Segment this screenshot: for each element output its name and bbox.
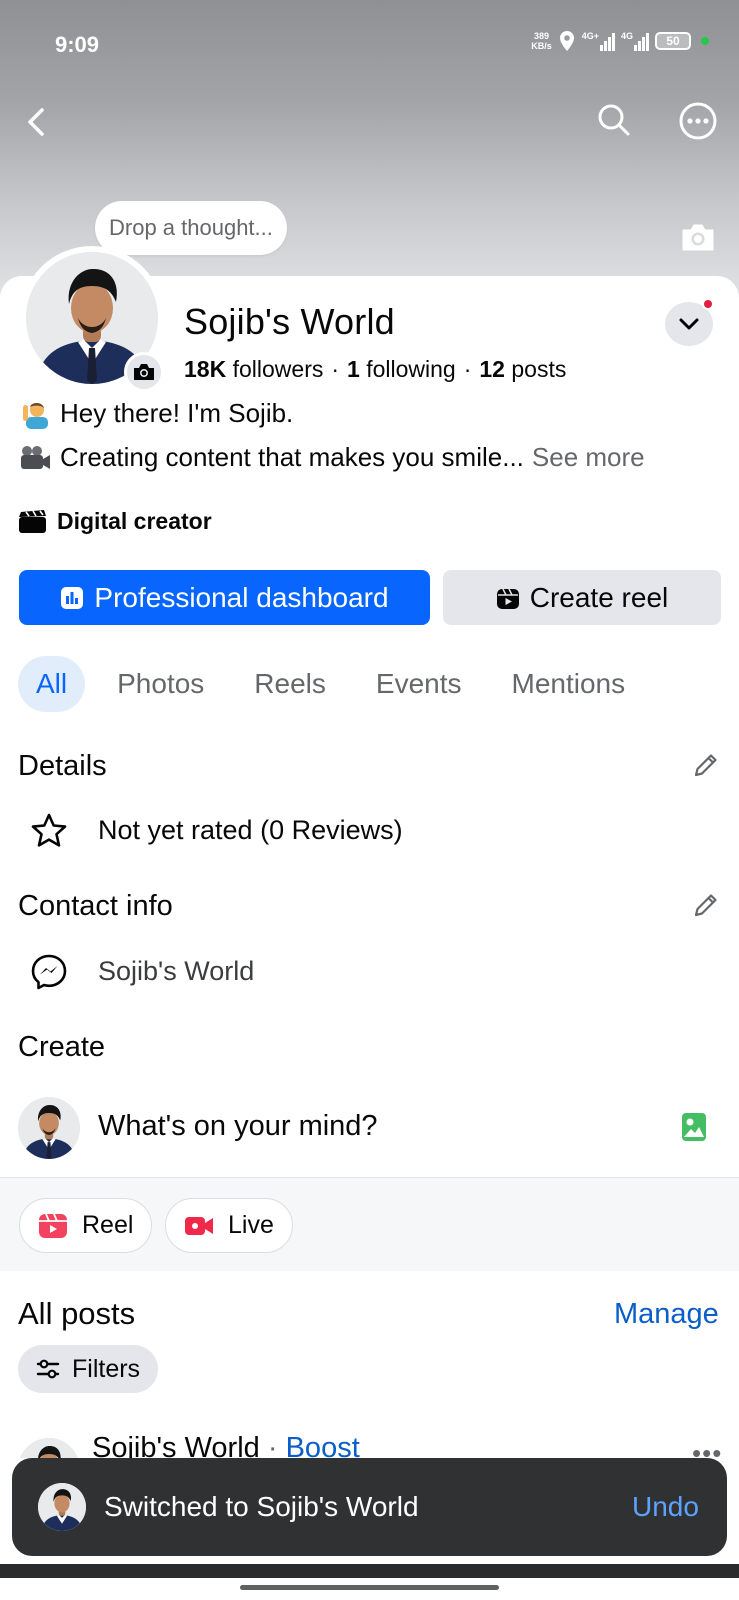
signal-icon-2: 4G xyxy=(621,31,649,51)
raising-hand-emoji-icon xyxy=(18,399,52,429)
create-reel-button[interactable]: Create reel xyxy=(443,570,721,625)
create-title: Create xyxy=(18,1031,106,1063)
reel-chip[interactable]: Reel xyxy=(19,1198,153,1253)
cover-camera-icon[interactable] xyxy=(680,222,716,252)
post-avatar[interactable] xyxy=(18,1438,80,1458)
boost-link[interactable]: Boost xyxy=(286,1432,360,1458)
avatar-camera-icon[interactable] xyxy=(124,352,164,392)
post-header-peek: Sojib's World · Boost ••• xyxy=(0,1430,739,1458)
bottom-strip xyxy=(0,1564,739,1578)
profile-tabs: All Photos Reels Events Mentions xyxy=(18,656,657,712)
profile-sheet xyxy=(0,276,739,1600)
chevron-down-icon xyxy=(679,318,699,330)
tab-mentions[interactable]: Mentions xyxy=(494,656,644,712)
bio-line-2: Creating content that makes you smile...… xyxy=(18,442,645,473)
messenger-contact[interactable]: Sojib's World xyxy=(98,956,254,987)
more-icon[interactable] xyxy=(678,101,718,141)
post-author: Sojib's World · Boost xyxy=(92,1432,360,1458)
reel-icon xyxy=(39,1213,67,1238)
notification-dot xyxy=(702,298,714,310)
edit-contact-icon[interactable] xyxy=(692,891,720,919)
tab-reels[interactable]: Reels xyxy=(236,656,344,712)
star-icon xyxy=(31,813,67,847)
thought-bubble[interactable]: Drop a thought... xyxy=(95,201,287,255)
undo-button[interactable]: Undo xyxy=(632,1491,699,1523)
toast-avatar xyxy=(38,1483,86,1531)
page-title: Sojib's World xyxy=(184,301,395,342)
tab-events[interactable]: Events xyxy=(358,656,480,712)
photo-icon[interactable] xyxy=(681,1112,707,1142)
rating-text: Not yet rated (0 Reviews) xyxy=(98,815,403,845)
all-posts-title: All posts xyxy=(18,1296,136,1331)
status-time: 9:09 xyxy=(55,32,100,57)
following-label[interactable]: following xyxy=(366,356,456,382)
live-chip[interactable]: Live xyxy=(165,1198,293,1253)
edit-details-icon[interactable] xyxy=(692,751,720,779)
reel-icon xyxy=(496,588,519,609)
composer-avatar xyxy=(18,1097,80,1159)
search-icon[interactable] xyxy=(596,102,632,138)
signal-icon: 4G+ xyxy=(582,31,615,51)
location-icon xyxy=(559,31,574,51)
followers-label[interactable]: followers xyxy=(233,356,324,382)
manage-posts-link[interactable]: Manage xyxy=(614,1298,719,1331)
video-camera-emoji-icon xyxy=(18,443,52,473)
filter-icon xyxy=(36,1359,60,1379)
messenger-icon xyxy=(31,954,67,990)
status-bar: 9:09 389 KB/s 4G+ 4G 50 xyxy=(0,0,739,90)
status-indicators: 389 KB/s 4G+ 4G 50 xyxy=(531,30,709,52)
tab-all[interactable]: All xyxy=(18,656,86,712)
battery-icon: 50 xyxy=(655,32,691,50)
contact-info-title: Contact info xyxy=(18,890,173,922)
posts-label: posts xyxy=(511,356,567,382)
toast-message: Switched to Sojib's World xyxy=(104,1491,419,1522)
bio-line-1: Hey there! I'm Sojib. xyxy=(18,398,293,429)
followers-count[interactable]: 18K xyxy=(184,356,226,382)
back-icon[interactable] xyxy=(22,102,52,142)
network-speed: 389 KB/s xyxy=(531,31,552,51)
clapper-icon xyxy=(19,509,46,533)
composer-input[interactable]: What's on your mind? xyxy=(98,1110,378,1143)
post-more-icon[interactable]: ••• xyxy=(692,1438,722,1458)
see-more-link[interactable]: See more xyxy=(532,442,645,473)
switch-toast: Switched to Sojib's World Undo xyxy=(12,1458,727,1556)
dashboard-icon xyxy=(61,586,84,609)
following-count[interactable]: 1 xyxy=(347,356,360,382)
posts-count: 12 xyxy=(479,356,505,382)
tab-photos[interactable]: Photos xyxy=(99,656,222,712)
profile-stats: 18K followers · 1 following · 12 posts xyxy=(184,356,567,382)
privacy-indicator xyxy=(701,37,709,45)
page-category: Digital creator xyxy=(18,508,212,535)
filters-button[interactable]: Filters xyxy=(18,1345,159,1393)
live-icon xyxy=(185,1216,213,1235)
professional-dashboard-button[interactable]: Professional dashboard xyxy=(19,570,430,625)
home-indicator[interactable] xyxy=(240,1585,499,1590)
details-title: Details xyxy=(18,750,107,782)
